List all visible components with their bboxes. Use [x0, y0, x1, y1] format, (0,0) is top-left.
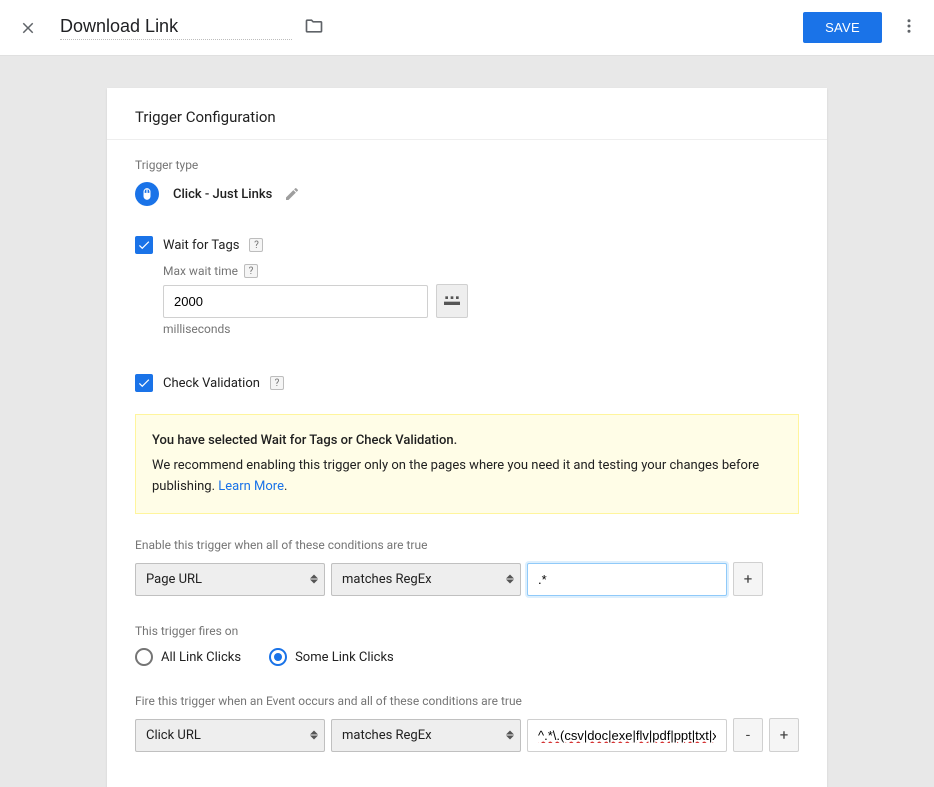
- warning-title: You have selected Wait for Tags or Check…: [152, 431, 782, 452]
- enable-conditions-label: Enable this trigger when all of these co…: [135, 538, 799, 552]
- check-validation-checkbox[interactable]: [135, 374, 153, 392]
- event-operator-select[interactable]: matches RegEx: [331, 719, 521, 752]
- variable-picker-button[interactable]: [436, 284, 468, 318]
- check-validation-label: Check Validation: [163, 376, 260, 391]
- radio-all-link-clicks[interactable]: All Link Clicks: [135, 648, 241, 666]
- help-icon[interactable]: ?: [270, 376, 284, 390]
- fires-on-label: This trigger fires on: [135, 624, 799, 638]
- mouse-icon: [135, 182, 159, 206]
- add-condition-button[interactable]: +: [733, 562, 763, 596]
- learn-more-link[interactable]: Learn More: [218, 479, 284, 494]
- trigger-type-label: Trigger type: [135, 158, 799, 172]
- top-bar: SAVE: [0, 0, 934, 56]
- units-label: milliseconds: [163, 322, 799, 336]
- add-condition-button[interactable]: +: [769, 718, 799, 752]
- max-wait-label: Max wait time: [163, 264, 238, 278]
- edit-icon[interactable]: [284, 186, 300, 202]
- radio-icon: [269, 648, 287, 666]
- remove-condition-button[interactable]: -: [733, 718, 763, 752]
- fire-when-label: Fire this trigger when an Event occurs a…: [135, 694, 799, 708]
- event-field-select[interactable]: Click URL: [135, 719, 325, 752]
- close-icon[interactable]: [16, 16, 40, 40]
- condition-operator-select[interactable]: matches RegEx: [331, 563, 521, 596]
- help-icon[interactable]: ?: [244, 264, 258, 278]
- save-button[interactable]: SAVE: [803, 12, 882, 43]
- condition-field-select[interactable]: Page URL: [135, 563, 325, 596]
- card-title: Trigger Configuration: [107, 88, 827, 140]
- config-card: Trigger Configuration Trigger type Click…: [107, 88, 827, 787]
- select-caret-icon: [310, 575, 318, 584]
- page-title-input[interactable]: [60, 16, 292, 40]
- max-wait-input[interactable]: [163, 285, 428, 318]
- event-value-input[interactable]: [527, 719, 727, 752]
- wait-for-tags-label: Wait for Tags: [163, 238, 239, 253]
- help-icon[interactable]: ?: [249, 238, 263, 252]
- select-caret-icon: [310, 731, 318, 740]
- trigger-type-value: Click - Just Links: [173, 187, 272, 202]
- folder-icon[interactable]: [304, 16, 324, 40]
- content-area: Trigger Configuration Trigger type Click…: [0, 56, 934, 787]
- warning-box: You have selected Wait for Tags or Check…: [135, 414, 799, 514]
- more-icon[interactable]: [900, 17, 918, 39]
- select-caret-icon: [506, 731, 514, 740]
- select-caret-icon: [506, 575, 514, 584]
- wait-for-tags-checkbox[interactable]: [135, 236, 153, 254]
- radio-icon: [135, 648, 153, 666]
- radio-some-link-clicks[interactable]: Some Link Clicks: [269, 648, 394, 666]
- condition-value-input[interactable]: [527, 563, 727, 596]
